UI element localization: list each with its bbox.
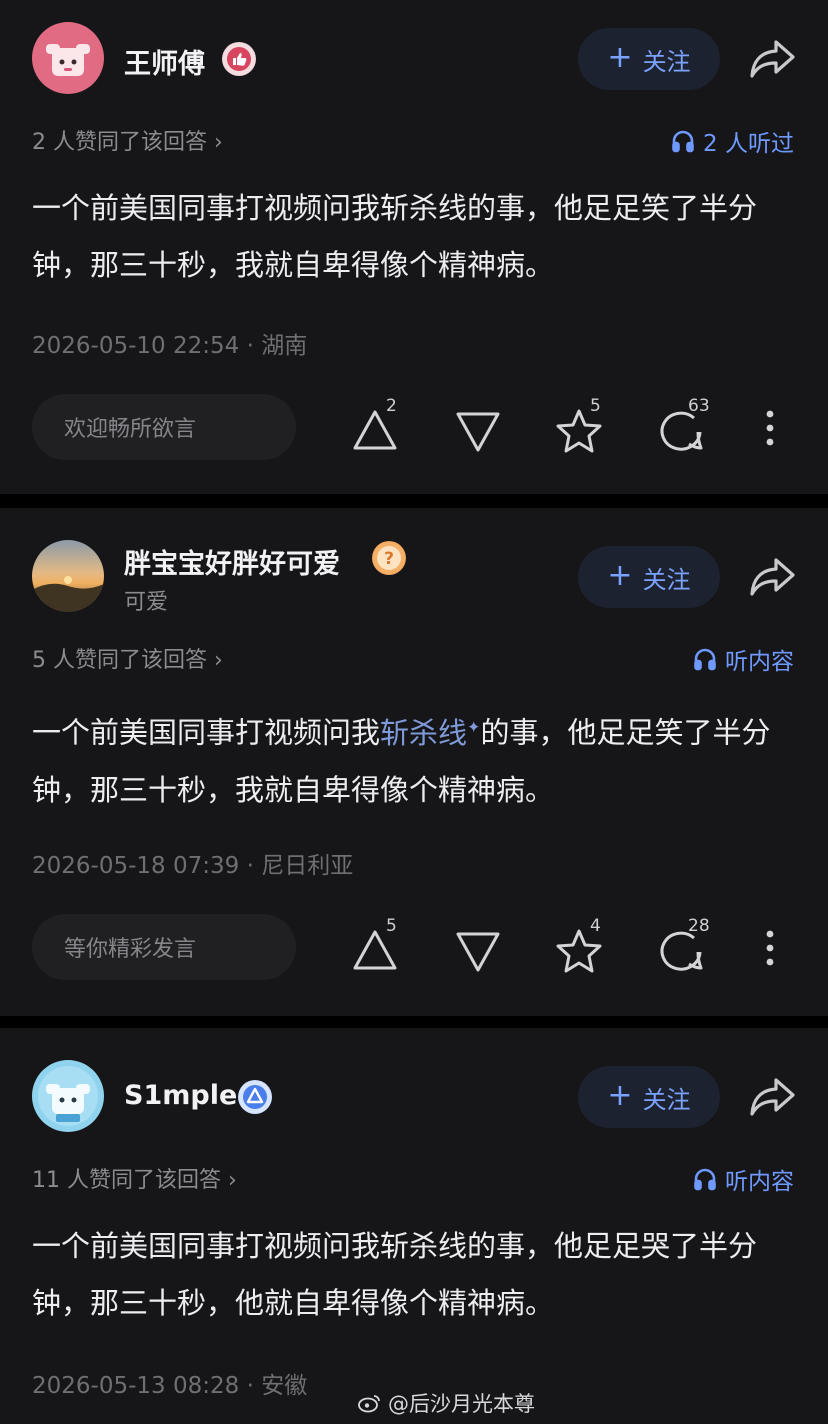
- timestamp-location: 2026-05-10 22:54 · 湖南: [32, 333, 308, 359]
- listen-label: 听内容: [725, 1169, 794, 1195]
- agree-count[interactable]: 11 人赞同了该回答 ›: [32, 1162, 237, 1194]
- headphones-icon: [694, 1168, 716, 1191]
- weibo-logo-icon: [358, 1395, 380, 1413]
- favorite-button[interactable]: 4: [555, 916, 615, 978]
- weibo-watermark: @后沙月光本尊: [358, 1388, 535, 1418]
- agree-count[interactable]: 2 人赞同了该回答 ›: [32, 124, 223, 156]
- favorite-count: 5: [590, 396, 601, 416]
- follow-label: 关注: [642, 47, 691, 76]
- follow-label: 关注: [642, 1085, 691, 1114]
- comment-input[interactable]: 欢迎畅所欲言: [32, 394, 296, 460]
- share-icon[interactable]: [748, 1076, 796, 1118]
- listen-button[interactable]: 听内容: [693, 642, 794, 676]
- avatar[interactable]: [32, 22, 104, 94]
- plus-icon: +: [607, 557, 633, 593]
- search-keyword-link[interactable]: 斩杀线✦: [380, 716, 480, 750]
- downvote-button[interactable]: [455, 922, 515, 978]
- answer-feed: 王师傅 + 关注 2 人赞同了该回答 › 2 人听过 一个前美国同事打视频问我斩…: [0, 0, 828, 1424]
- answer-text-prefix: 一个前美国同事打视频问我: [32, 715, 381, 750]
- comment-count: 63: [688, 396, 710, 416]
- answer-text[interactable]: 一个前美国同事打视频问我斩杀线的事，他足足哭了半分钟，那三十秒，他就自卑得像个精…: [32, 1218, 802, 1332]
- answer-text[interactable]: 一个前美国同事打视频问我斩杀线的事，他足足笑了半分钟，那三十秒，我就自卑得像个精…: [32, 180, 802, 294]
- headphones-icon: [694, 648, 716, 671]
- listen-button[interactable]: 听内容: [693, 1162, 794, 1196]
- share-icon[interactable]: [748, 38, 796, 80]
- watermark-text: @后沙月光本尊: [388, 1392, 535, 1416]
- downvote-triangle-icon: [456, 932, 500, 972]
- headphones-icon: [672, 130, 694, 153]
- downvote-triangle-icon: [456, 412, 500, 452]
- svg-text:?: ?: [384, 549, 394, 569]
- keyword-text: 斩杀线: [380, 715, 468, 750]
- answer-text[interactable]: 一个前美国同事打视频问我斩杀线✦的事，他足足笑了半分钟，那三十秒，我就自卑得像个…: [32, 698, 776, 819]
- agree-count[interactable]: 5 人赞同了该回答 ›: [32, 642, 223, 674]
- answer-card: 胖宝宝好胖好可爱 ? 可爱 + 关注 5 人赞同了该回答 › 听内容 一个前美国…: [0, 508, 828, 1016]
- follow-button[interactable]: + 关注: [578, 1066, 720, 1128]
- avatar[interactable]: [32, 540, 104, 612]
- comment-button[interactable]: 63: [658, 396, 718, 458]
- plus-icon: +: [607, 39, 633, 75]
- username[interactable]: 胖宝宝好胖好可爱: [124, 542, 340, 581]
- answer-card: 王师傅 + 关注 2 人赞同了该回答 › 2 人听过 一个前美国同事打视频问我斩…: [0, 0, 828, 494]
- timestamp-location: 2026-05-18 07:39 · 尼日利亚: [32, 853, 354, 879]
- listen-label: 听内容: [725, 649, 794, 675]
- question-badge-icon: ?: [372, 541, 406, 575]
- comment-button[interactable]: 28: [658, 916, 718, 978]
- timestamp-location: 2026-05-13 08:28 · 安徽: [32, 1373, 308, 1399]
- sparkle-icon: ✦: [467, 717, 481, 736]
- upvote-count: 2: [386, 396, 397, 416]
- follow-label: 关注: [642, 565, 691, 594]
- downvote-button[interactable]: [455, 402, 515, 458]
- listen-label: 2 人听过: [703, 131, 794, 157]
- username[interactable]: S1mple: [124, 1080, 237, 1111]
- avatar[interactable]: [32, 1060, 104, 1132]
- username[interactable]: 王师傅: [124, 42, 205, 81]
- answer-card: S1mple + 关注 11 人赞同了该回答 › 听内容 一个前美国同事打视频问…: [0, 1028, 828, 1424]
- more-options-icon[interactable]: [760, 408, 780, 448]
- follow-button[interactable]: + 关注: [578, 28, 720, 90]
- listen-button[interactable]: 2 人听过: [671, 124, 794, 158]
- follow-button[interactable]: + 关注: [578, 546, 720, 608]
- more-options-icon[interactable]: [760, 928, 780, 968]
- favorite-count: 4: [590, 916, 601, 936]
- verified-triangle-badge-icon: [238, 1080, 272, 1114]
- user-headline: 可爱: [124, 590, 169, 615]
- comment-count: 28: [688, 916, 710, 936]
- upvote-button[interactable]: 2: [352, 396, 412, 458]
- upvote-button[interactable]: 5: [352, 916, 412, 978]
- thumb-up-badge-icon: [222, 42, 256, 76]
- upvote-count: 5: [386, 916, 397, 936]
- comment-input[interactable]: 等你精彩发言: [32, 914, 296, 980]
- plus-icon: +: [607, 1077, 633, 1113]
- share-icon[interactable]: [748, 556, 796, 598]
- favorite-button[interactable]: 5: [555, 396, 615, 458]
